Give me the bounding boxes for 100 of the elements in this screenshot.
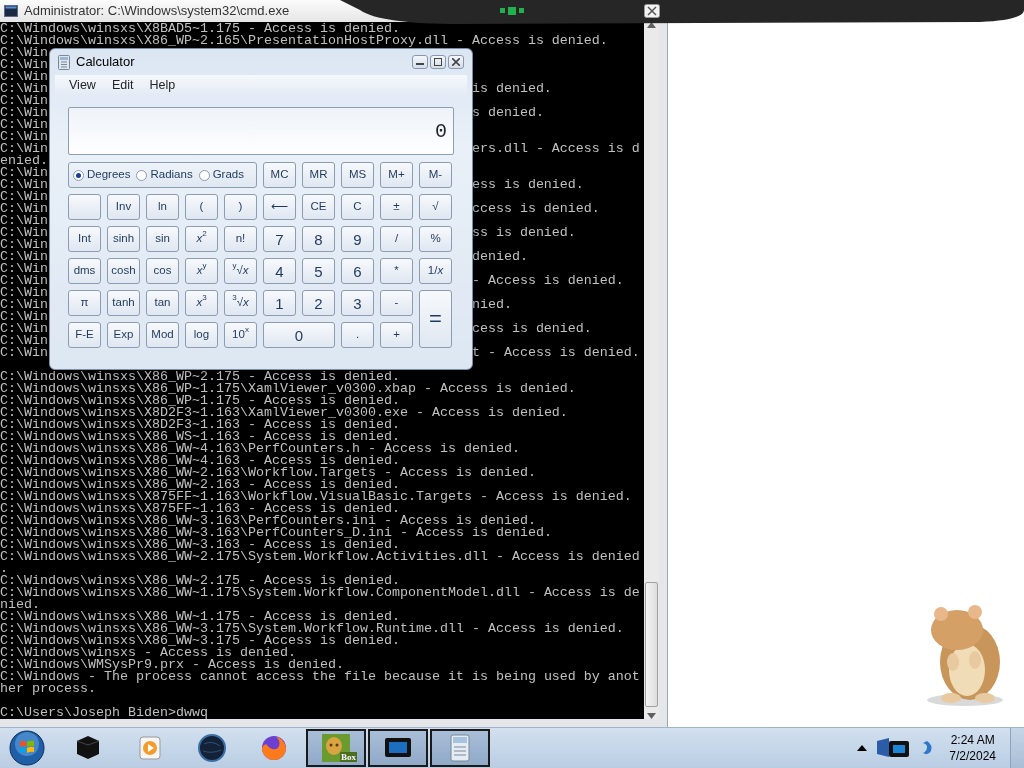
calculator-key[interactable]: M+ (380, 162, 413, 188)
calculator-key[interactable]: Inv (107, 194, 140, 220)
taskbar-button[interactable] (368, 729, 428, 767)
window-title: Administrator: C:\Windows\system32\cmd.exe (24, 2, 290, 21)
console-line: C:\Windows\winsxs\X86_WW~3.163 - Access is denied. (0, 537, 400, 552)
close-button[interactable] (448, 55, 464, 69)
minimize-button[interactable] (412, 55, 428, 69)
console-line: C:\Win (0, 105, 48, 120)
maximize-button[interactable] (430, 55, 446, 69)
calculator-key[interactable]: 0 (263, 322, 335, 348)
calculator-key[interactable]: sinh (107, 226, 140, 252)
calculator-key[interactable]: n! (224, 226, 257, 252)
calculator-key[interactable]: 10$^{x}$ (224, 322, 257, 348)
calculator-key[interactable]: 1/x (419, 258, 452, 284)
console-line: C:\Windows\winsxs\X86_WP~2.175 - Access is denied. (0, 369, 400, 384)
console-line: C:\Windows\winsxs\X875FF~1.163 - Access is denied. (0, 501, 400, 516)
calculator-key[interactable]: tanh (107, 290, 140, 316)
calculator-key[interactable]: . (341, 322, 374, 348)
console-line: ers.dll - Access is d (471, 141, 640, 156)
calculator-key[interactable]: F-E (68, 322, 101, 348)
taskbar-button[interactable] (430, 729, 490, 767)
calculator-key[interactable]: 6 (341, 258, 374, 284)
calculator-key[interactable]: C (341, 194, 374, 220)
maximize-icon[interactable] (434, 58, 442, 66)
window-title: Calculator (76, 53, 135, 72)
clock[interactable]: 2:24 AM 7/2/2024 (941, 732, 1004, 764)
console-line: C:\Win (0, 261, 48, 276)
calculator-key[interactable]: √ (419, 194, 452, 220)
calculator-key[interactable]: = (419, 290, 452, 348)
console-line: C:\Win (0, 213, 48, 228)
chevron-up-icon[interactable] (857, 745, 868, 751)
calculator-key[interactable]: % (419, 226, 452, 252)
radio-label: Radians (150, 167, 193, 183)
scroll-thumb[interactable] (645, 582, 658, 707)
console-line: ess is denied. (471, 177, 584, 192)
taskbar-button[interactable]: Box (306, 729, 366, 767)
calculator-key[interactable]: dms (68, 258, 101, 284)
calculator-key[interactable]: 9 (341, 226, 374, 252)
calculator-key[interactable]: Int (68, 226, 101, 252)
close-icon[interactable] (452, 58, 460, 66)
calculator-key[interactable]: + (380, 322, 413, 348)
calculator-key[interactable]: tan (146, 290, 179, 316)
calculator-key[interactable]: ± (380, 194, 413, 220)
calculator-key[interactable]: π (68, 290, 101, 316)
calculator-key[interactable]: / (380, 226, 413, 252)
calculator-key[interactable]: 7 (263, 226, 296, 252)
menu-item[interactable]: View (61, 75, 104, 95)
calculator-key[interactable]: CE (302, 194, 335, 220)
radio-button[interactable] (73, 169, 84, 181)
console-line: C:\Win (0, 117, 48, 132)
radio-label: Grads (212, 167, 244, 183)
calculator-key[interactable]: x$^{y}$ (185, 258, 218, 284)
calculator-key[interactable]: sin (146, 226, 179, 252)
scroll-down-icon[interactable] (647, 713, 656, 719)
console-line: C:\Win (0, 249, 48, 264)
console-line: C:\Win (0, 201, 48, 216)
calculator-key[interactable]: $^{3}$√x (224, 290, 257, 316)
calculator-key[interactable]: ( (185, 194, 218, 220)
start-button[interactable] (6, 729, 48, 767)
calculator-key[interactable]: 5 (302, 258, 335, 284)
radio-button[interactable] (136, 169, 148, 181)
calculator-icon (58, 54, 70, 70)
calculator-key[interactable]: Exp (107, 322, 140, 348)
calculator-key[interactable]: MR (302, 162, 335, 188)
console-icon (4, 5, 18, 17)
console-line: C:\Win (0, 141, 48, 156)
console-line: C:\Windows\winsxs\X8D2F3~1.163 - Access is denied. (0, 417, 400, 432)
radio-button[interactable] (198, 169, 210, 181)
calculator-key[interactable]: 4 (263, 258, 296, 284)
calculator-key[interactable]: 8 (302, 226, 335, 252)
calculator-key[interactable]: ln (146, 194, 179, 220)
calculator-key[interactable] (68, 194, 101, 220)
console-line: C:\Windows\winsxs\X86_WW~1.175\System.Workflow.ComponentModel.dll - Access is de (0, 585, 640, 600)
calculator-key[interactable]: cos (146, 258, 179, 284)
console-line: C:\Windows\winsxs\X86_WW~2.163\Workflow.Targets - Access is denied. (0, 465, 536, 480)
calculator-key[interactable]: MS (341, 162, 374, 188)
close-icon[interactable] (644, 4, 660, 18)
menu-item[interactable]: Help (141, 75, 184, 95)
calculator-key[interactable]: ⟵ (263, 194, 296, 220)
calculator-key[interactable]: 1 (263, 290, 296, 316)
calculator-key[interactable]: x$^{3}$ (185, 290, 218, 316)
console-line: C:\Win (0, 45, 48, 60)
calculator-key[interactable]: Mod (146, 322, 179, 348)
menu-item[interactable]: Edit (103, 75, 142, 95)
calculator-key[interactable]: $^{y}$√x (224, 258, 257, 284)
console-line: C:\Win (0, 285, 48, 300)
calculator-key[interactable]: - (380, 290, 413, 316)
calculator-key[interactable]: ) (224, 194, 257, 220)
calculator-key[interactable]: M- (419, 162, 452, 188)
calculator-key[interactable]: * (380, 258, 413, 284)
calculator-key[interactable]: 2 (302, 290, 335, 316)
console-line: C:\Win (0, 225, 48, 240)
console-line: C:\Win (0, 237, 48, 252)
calculator-key[interactable]: x$^{2}$ (185, 226, 218, 252)
calculator-key[interactable]: log (185, 322, 218, 348)
calculator-key[interactable]: 3 (341, 290, 374, 316)
calculator-key[interactable]: cosh (107, 258, 140, 284)
calculator-key[interactable]: MC (263, 162, 296, 188)
scrollbar[interactable] (644, 22, 659, 719)
console-line: C:\Win (0, 129, 48, 144)
